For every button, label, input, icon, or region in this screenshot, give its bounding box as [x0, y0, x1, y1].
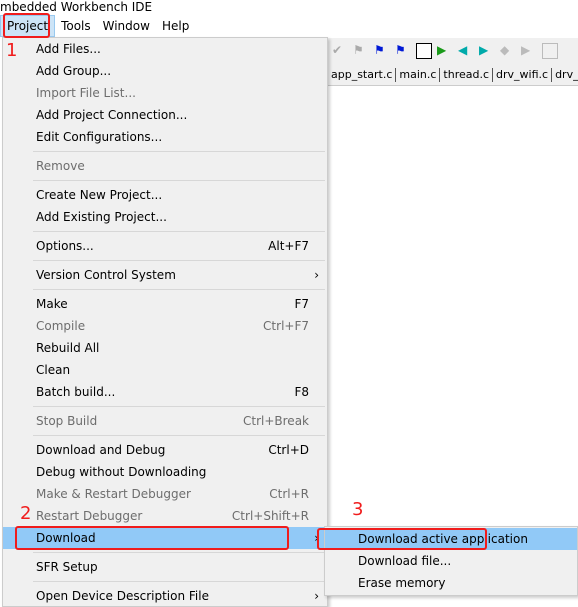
menu-item-label: Open Device Description File — [36, 589, 209, 603]
tab-drv-wifi[interactable]: drv_wifi.c — [493, 67, 553, 82]
next-icon[interactable]: ◆ — [500, 43, 516, 59]
menu-item-edit-configurations[interactable]: Edit Configurations... — [3, 126, 327, 148]
annotation-number-1: 1 — [6, 40, 18, 61]
menu-item-label: Add Project Connection... — [36, 108, 188, 122]
menu-item-label: Debug without Downloading — [36, 465, 207, 479]
debug-window-icon[interactable] — [416, 43, 432, 59]
menu-item-shortcut: Alt+F7 — [268, 239, 309, 253]
menu-item-label: SFR Setup — [36, 560, 98, 574]
menu-help[interactable]: Help — [156, 15, 195, 37]
menu-item-label: Erase memory — [358, 576, 446, 590]
menu-separator — [3, 432, 327, 439]
menu-item-open-device-description-file[interactable]: Open Device Description File › — [3, 585, 327, 607]
menu-item-make-restart-debugger: Make & Restart Debugger Ctrl+R — [3, 483, 327, 505]
menu-item-label: Download and Debug — [36, 443, 166, 457]
menu-item-version-control-system[interactable]: Version Control System › — [3, 264, 327, 286]
menu-item-label: Compile — [36, 319, 86, 333]
menu-item-batch-build[interactable]: Batch build... F8 — [3, 381, 327, 403]
menu-tools[interactable]: Tools — [55, 15, 97, 37]
menu-item-make[interactable]: Make F7 — [3, 293, 327, 315]
add-breakpoint-icon[interactable]: ⚑ — [374, 43, 390, 59]
menu-item-label: Rebuild All — [36, 341, 100, 355]
menu-item-label: Create New Project... — [36, 188, 163, 202]
menu-item-download-and-debug[interactable]: Download and Debug Ctrl+D — [3, 439, 327, 461]
go-icon[interactable]: ▶ — [437, 43, 453, 59]
menu-item-debug-without-downloading[interactable]: Debug without Downloading — [3, 461, 327, 483]
step-forward-icon[interactable]: ▶ — [479, 43, 495, 59]
menu-item-clean[interactable]: Clean — [3, 359, 327, 381]
menu-item-shortcut: F8 — [294, 385, 309, 399]
menu-item-label: Make & Restart Debugger — [36, 487, 191, 501]
menu-item-label: Remove — [36, 159, 85, 173]
annotation-box-2 — [15, 526, 289, 550]
menu-item-sfr-setup[interactable]: SFR Setup — [3, 556, 327, 578]
menu-item-add-files[interactable]: Add Files... — [3, 38, 327, 60]
tab-main[interactable]: main.c — [396, 67, 441, 82]
menu-item-label: Add Existing Project... — [36, 210, 167, 224]
menu-item-label: Version Control System — [36, 268, 176, 282]
menu-item-label: Add Files... — [36, 42, 101, 56]
annotation-box-3 — [317, 528, 487, 550]
chevron-right-icon: › — [314, 268, 319, 282]
menu-item-options[interactable]: Options... Alt+F7 — [3, 235, 327, 257]
menubar: Project Tools Window Help — [0, 15, 578, 37]
breakpoint-icon[interactable]: ⚑ — [353, 43, 369, 59]
tab-app-start[interactable]: app_start.c — [328, 67, 397, 82]
menu-separator — [3, 578, 327, 585]
annotation-number-3: 3 — [352, 499, 364, 520]
menu-item-label: Edit Configurations... — [36, 130, 163, 144]
annotation-box-1 — [3, 13, 50, 38]
menu-item-rebuild-all[interactable]: Rebuild All — [3, 337, 327, 359]
annotation-number-2: 2 — [20, 503, 32, 524]
menu-item-shortcut: F7 — [294, 297, 309, 311]
tab-thread[interactable]: thread.c — [440, 67, 494, 82]
menu-item-label: Import File List... — [36, 86, 136, 100]
menu-item-download-file[interactable]: Download file... — [325, 550, 577, 572]
menu-separator — [3, 549, 327, 556]
menu-item-shortcut: Ctrl+R — [269, 487, 309, 501]
menu-item-label: Stop Build — [36, 414, 98, 428]
menu-item-erase-memory[interactable]: Erase memory — [325, 572, 577, 594]
menu-item-compile: Compile Ctrl+F7 — [3, 315, 327, 337]
menu-item-add-group[interactable]: Add Group... — [3, 60, 327, 82]
prev-icon[interactable]: ▶ — [521, 43, 537, 59]
toolbar: ✔ ⚑ ⚑ ⚑ ▶ ◀ ▶ ◆ ▶ — [328, 38, 578, 64]
menu-item-label: Add Group... — [36, 64, 112, 78]
menu-separator — [3, 286, 327, 293]
menu-item-label: Clean — [36, 363, 71, 377]
remove-breakpoint-icon[interactable]: ⚑ — [395, 43, 411, 59]
chevron-right-icon: › — [314, 589, 319, 603]
menu-item-remove: Remove — [3, 155, 327, 177]
menu-item-shortcut: Ctrl+Shift+R — [231, 509, 309, 523]
menu-item-stop-build: Stop Build Ctrl+Break — [3, 410, 327, 432]
menu-item-shortcut: Ctrl+Break — [243, 414, 309, 428]
menu-item-label: Batch build... — [36, 385, 116, 399]
menu-separator — [3, 228, 327, 235]
menu-item-label: Restart Debugger — [36, 509, 143, 523]
tab-drv-wla[interactable]: drv_wla — [552, 68, 578, 82]
editor-tabs: app_start.c main.c thread.c drv_wifi.c d… — [328, 64, 578, 86]
menu-separator — [3, 257, 327, 264]
menu-item-label: Make — [36, 297, 68, 311]
menu-window[interactable]: Window — [97, 15, 156, 37]
menu-separator — [3, 403, 327, 410]
doc-icon[interactable] — [542, 43, 558, 59]
menu-item-import-file-list: Import File List... — [3, 82, 327, 104]
menu-item-shortcut: Ctrl+F7 — [263, 319, 309, 333]
toggle-breakpoint-icon[interactable]: ✔ — [332, 43, 348, 59]
step-back-icon[interactable]: ◀ — [458, 43, 474, 59]
menu-item-shortcut: Ctrl+D — [268, 443, 309, 457]
menu-item-label: Options... — [36, 239, 94, 253]
menu-separator — [3, 148, 327, 155]
project-menu: Add Files... Add Group... Import File List… — [2, 37, 328, 607]
menu-item-create-new-project[interactable]: Create New Project... — [3, 184, 327, 206]
menu-item-add-project-connection[interactable]: Add Project Connection... — [3, 104, 327, 126]
menu-separator — [3, 177, 327, 184]
menu-item-add-existing-project[interactable]: Add Existing Project... — [3, 206, 327, 228]
menu-item-label: Download file... — [358, 554, 452, 568]
menu-item-restart-debugger: Restart Debugger Ctrl+Shift+R — [3, 505, 327, 527]
